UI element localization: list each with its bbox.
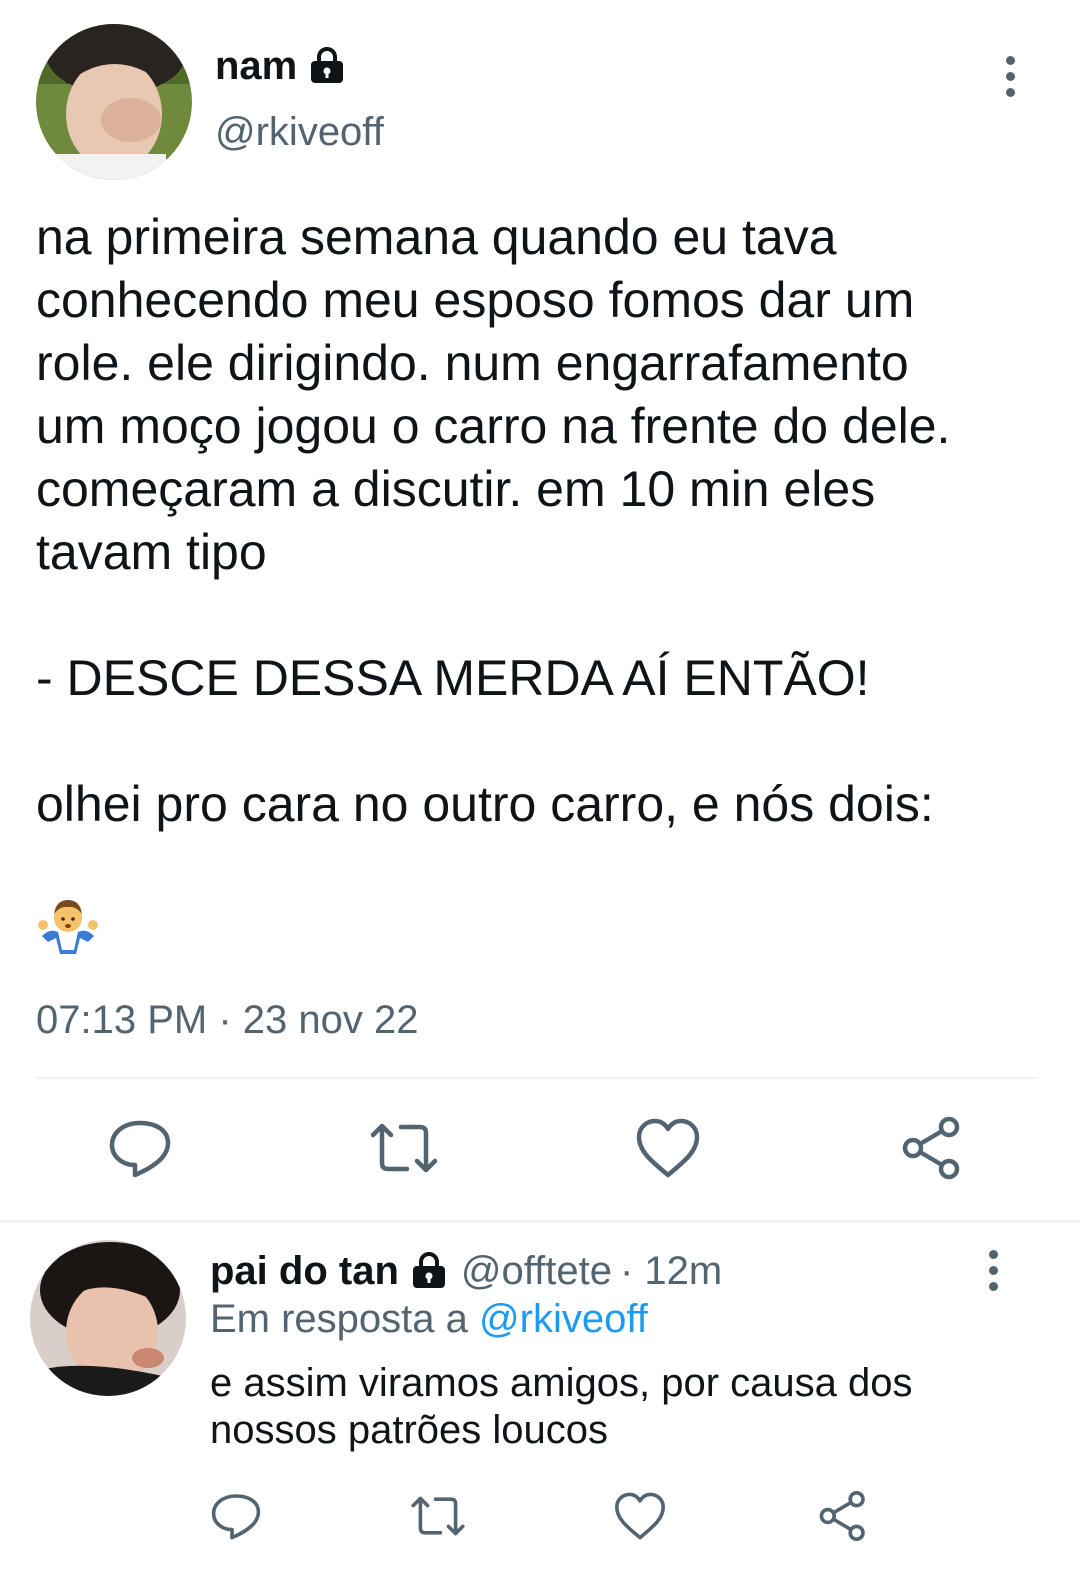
shrug-emoji-icon [36,892,100,956]
like-icon [615,1492,665,1540]
share-icon [902,1116,960,1180]
avatar-photo-icon [36,24,192,180]
retweet-button[interactable] [369,1113,439,1183]
reply-button[interactable] [105,1113,175,1183]
reply-time: · 12m [619,1249,723,1293]
retweet-icon [370,1123,438,1173]
reply-like-button[interactable] [612,1488,668,1544]
display-name-text: nam [215,44,298,88]
share-icon [819,1491,865,1541]
lock-icon [412,1252,445,1288]
tweet-timestamp[interactable]: 07:13 PM · 23 nov 22 [36,995,418,1045]
like-button[interactable] [633,1113,703,1183]
reply-handle[interactable]: @offtete [461,1246,612,1296]
share-button[interactable] [897,1113,967,1183]
reply-icon [109,1120,171,1178]
lock-icon [311,47,344,83]
reply-to-line: Em resposta a @rkiveoff [210,1294,648,1344]
reply-icon [211,1494,261,1540]
reply-display-name[interactable]: pai do tan [210,1246,399,1296]
reply-share-button[interactable] [815,1488,871,1544]
reply-to-mention[interactable]: @rkiveoff [479,1297,648,1341]
reply-to-label: Em resposta a [210,1297,468,1341]
author-display-name[interactable]: nam [215,38,347,94]
more-options-icon[interactable] [1003,56,1017,100]
reply-author-avatar[interactable] [30,1240,186,1396]
author-handle[interactable]: @rkiveoff [215,104,384,160]
reply-retweet-button[interactable] [410,1488,466,1544]
avatar-photo-icon [30,1240,186,1396]
section-separator [0,1220,1080,1223]
reply-reply-button[interactable] [208,1488,264,1544]
divider [36,1077,1038,1079]
like-icon [636,1118,700,1178]
tweet-text: na primeira semana quando eu tava conhec… [36,209,951,832]
reply-more-options-icon[interactable] [986,1250,1000,1294]
retweet-icon [411,1496,465,1536]
author-avatar[interactable] [36,24,192,180]
reply-text: e assim viramos amigos, por causa dos no… [210,1361,913,1452]
reply-header: pai do tan @offtete · 12m [210,1246,722,1296]
